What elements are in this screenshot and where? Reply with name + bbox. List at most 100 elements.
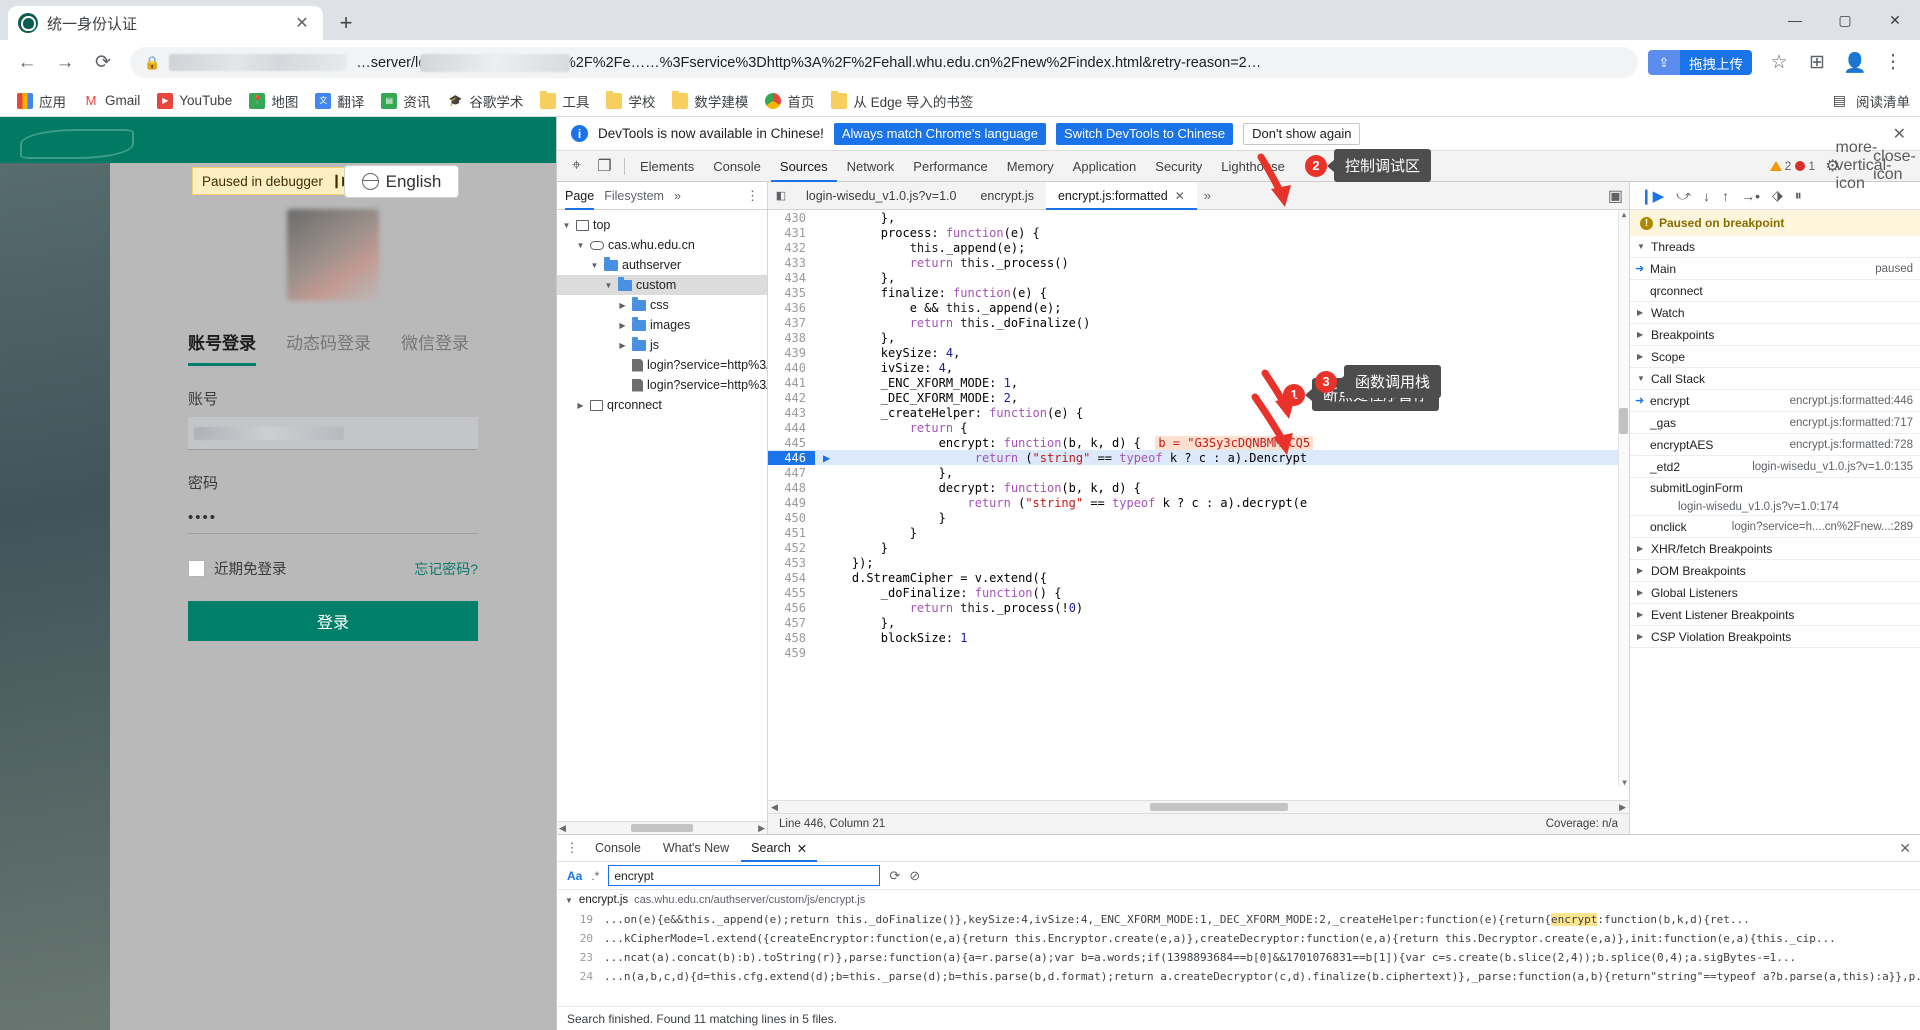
debugger-row[interactable]: submitLoginForm login-wisedu_v1.0.js?v=1.…	[1630, 478, 1920, 516]
editor-tabs-overflow-icon[interactable]: »	[1197, 188, 1218, 203]
banner-close-icon[interactable]: ✕	[1893, 124, 1906, 144]
tab-security[interactable]: Security	[1146, 151, 1211, 182]
login-submit-button[interactable]: 登录	[188, 601, 478, 641]
twisty-icon[interactable]: ▶	[1637, 544, 1646, 553]
bookmark-home[interactable]: 首页	[758, 88, 821, 114]
error-count-badge[interactable]: 1	[1795, 159, 1815, 173]
editor-tab-encrypt-formatted[interactable]: encrypt.js:formatted ✕	[1045, 181, 1197, 210]
drawer-close-icon[interactable]: ✕	[1899, 840, 1920, 857]
nav-tab-page[interactable]: Page	[565, 182, 594, 210]
account-input[interactable]	[188, 417, 478, 450]
twisty-icon[interactable]: ▶	[617, 321, 628, 330]
twisty-icon[interactable]: ▶	[1637, 588, 1646, 597]
bookmark-scholar[interactable]: 🎓 谷歌学术	[440, 88, 530, 114]
search-result-row[interactable]: 23 ...ncat(a).concat(b):b).toString(r)},p…	[557, 948, 1920, 967]
minimize-button[interactable]: —	[1770, 0, 1820, 40]
tab-application[interactable]: Application	[1064, 151, 1146, 182]
bookmark-maps[interactable]: 📍 地图	[242, 88, 305, 114]
tree-item-top[interactable]: ▼ top	[557, 215, 767, 235]
editor-tab-encrypt[interactable]: encrypt.js	[968, 182, 1046, 210]
tree-item-js[interactable]: ▶ js	[557, 335, 767, 355]
device-toolbar-icon[interactable]: ❐	[591, 154, 618, 179]
password-input[interactable]: ••••	[188, 501, 478, 534]
twisty-icon[interactable]: ▶	[617, 301, 628, 310]
code-line[interactable]: 447 },	[768, 465, 1629, 480]
tab-close-icon[interactable]: ✕	[291, 12, 313, 34]
code-line[interactable]: 441 _ENC_XFORM_MODE: 1,	[768, 375, 1629, 390]
code-line[interactable]: 432 this._append(e);	[768, 240, 1629, 255]
twisty-icon[interactable]: ▶	[1637, 566, 1646, 575]
twisty-icon[interactable]: ▶	[1637, 352, 1646, 361]
tree-item-css[interactable]: ▶ css	[557, 295, 767, 315]
debugger-row[interactable]: encryptAES encrypt.js:formatted:728	[1630, 434, 1920, 456]
search-result-row[interactable]: 19 ...on(e){e&&this._append(e);return thi…	[557, 910, 1920, 929]
tree-item-qrconnect[interactable]: ▶ qrconnect	[557, 395, 767, 415]
tab-dynamic-code-login[interactable]: 动态码登录	[286, 329, 371, 366]
code-line[interactable]: 443 _createHelper: function(e) {	[768, 405, 1629, 420]
resume-script-icon[interactable]: ❙▶	[1640, 187, 1664, 205]
tab-sources[interactable]: Sources	[771, 151, 837, 182]
reload-icon[interactable]: ⟳	[86, 46, 120, 80]
debugger-section-threads[interactable]: ▼ Threads	[1630, 236, 1920, 258]
code-line[interactable]: 431 process: function(e) {	[768, 225, 1629, 240]
twisty-icon[interactable]: ▶	[1637, 632, 1646, 641]
navigator-horizontal-scrollbar[interactable]: ◀ ▶	[557, 821, 767, 834]
scroll-down-icon[interactable]: ▼	[1619, 778, 1629, 787]
debugger-section-csp-violation-breakpoints[interactable]: ▶ CSP Violation Breakpoints	[1630, 626, 1920, 648]
tab-lighthouse[interactable]: Lighthouse	[1212, 151, 1294, 182]
browser-menu-icon[interactable]: ⋮	[1876, 46, 1910, 80]
reading-list-button[interactable]: ▤ 阅读清单	[1833, 91, 1910, 111]
debugger-section-global-listeners[interactable]: ▶ Global Listeners	[1630, 582, 1920, 604]
extensions-icon[interactable]: ⊞	[1800, 46, 1834, 80]
twisty-icon[interactable]: ▼	[1637, 374, 1646, 383]
drawer-tab-search[interactable]: Search ✕	[741, 835, 817, 862]
forward-icon[interactable]: →	[48, 46, 82, 80]
tab-console[interactable]: Console	[704, 151, 770, 182]
dont-show-again-button[interactable]: Don't show again	[1243, 122, 1361, 145]
clear-icon[interactable]: ⊘	[909, 868, 920, 884]
tab-memory[interactable]: Memory	[998, 151, 1063, 182]
twisty-icon[interactable]: ▶	[575, 401, 586, 410]
debugger-section-event-listener-breakpoints[interactable]: ▶ Event Listener Breakpoints	[1630, 604, 1920, 626]
code-line[interactable]: 449 return ("string" == typeof k ? c : a…	[768, 495, 1629, 510]
code-line[interactable]: 454 d.StreamCipher = v.extend({	[768, 570, 1629, 585]
search-result-row[interactable]: 20 ...kCipherMode=l.extend({createEncrypt…	[557, 929, 1920, 948]
step-icon[interactable]: →•	[1741, 188, 1760, 204]
drawer-tab-whats-new[interactable]: What's New	[653, 835, 739, 862]
debugger-section-breakpoints[interactable]: ▶ Breakpoints	[1630, 324, 1920, 346]
twisty-icon[interactable]: ▶	[1637, 308, 1646, 317]
navigator-kebab-icon[interactable]: ⋮	[746, 188, 759, 204]
tree-item-custom[interactable]: ▼ custom	[557, 275, 767, 295]
code-line[interactable]: 444 return {	[768, 420, 1629, 435]
search-result-file[interactable]: ▼ encrypt.js cas.whu.edu.cn/authserver/c…	[557, 890, 1920, 910]
debugger-section-call-stack[interactable]: ▼ Call Stack	[1630, 368, 1920, 390]
pause-on-exceptions-icon[interactable]: ⏸	[1795, 187, 1802, 204]
code-line[interactable]: 459	[768, 645, 1629, 660]
match-case-icon[interactable]: Aa	[567, 869, 582, 883]
code-line[interactable]: 433 return this._process()	[768, 255, 1629, 270]
bookmark-folder-tools[interactable]: 工具	[533, 88, 596, 114]
code-line[interactable]: 453 });	[768, 555, 1629, 570]
tree-item-domain[interactable]: ▼ cas.whu.edu.cn	[557, 235, 767, 255]
step-into-icon[interactable]: ↓	[1703, 188, 1710, 204]
tree-item-login-1[interactable]: login?service=http%3A%	[557, 355, 767, 375]
profile-icon[interactable]: 👤	[1838, 46, 1872, 80]
bookmark-gmail[interactable]: M Gmail	[76, 90, 147, 112]
twisty-icon[interactable]: ▼	[603, 281, 614, 290]
warning-count-badge[interactable]: 2	[1769, 159, 1791, 173]
bookmark-youtube[interactable]: ▶ YouTube	[150, 90, 239, 112]
twisty-icon[interactable]: ▼	[565, 896, 573, 905]
code-line[interactable]: 448 decrypt: function(b, k, d) {	[768, 480, 1629, 495]
code-line[interactable]: 455 _doFinalize: function() {	[768, 585, 1629, 600]
search-result-row[interactable]: 24 ...n(a,b,c,d){d=this.cfg.extend(d);b=t…	[557, 967, 1920, 986]
bookmark-translate[interactable]: 文 翻译	[308, 88, 371, 114]
code-line[interactable]: 445 encrypt: function(b, k, d) { b = "G3…	[768, 435, 1629, 450]
twisty-icon[interactable]: ▶	[1637, 610, 1646, 619]
remember-checkbox[interactable]	[188, 560, 205, 577]
editor-tab-login-wisedu[interactable]: login-wisedu_v1.0.js?v=1.0	[794, 182, 968, 210]
tab-account-login[interactable]: 账号登录	[188, 329, 256, 366]
code-line[interactable]: 452 }	[768, 540, 1629, 555]
debugger-row[interactable]: _etd2 login-wisedu_v1.0.js?v=1.0:135	[1630, 456, 1920, 478]
scroll-up-icon[interactable]: ▲	[1619, 210, 1629, 219]
debugger-row[interactable]: _gas encrypt.js:formatted:717	[1630, 412, 1920, 434]
